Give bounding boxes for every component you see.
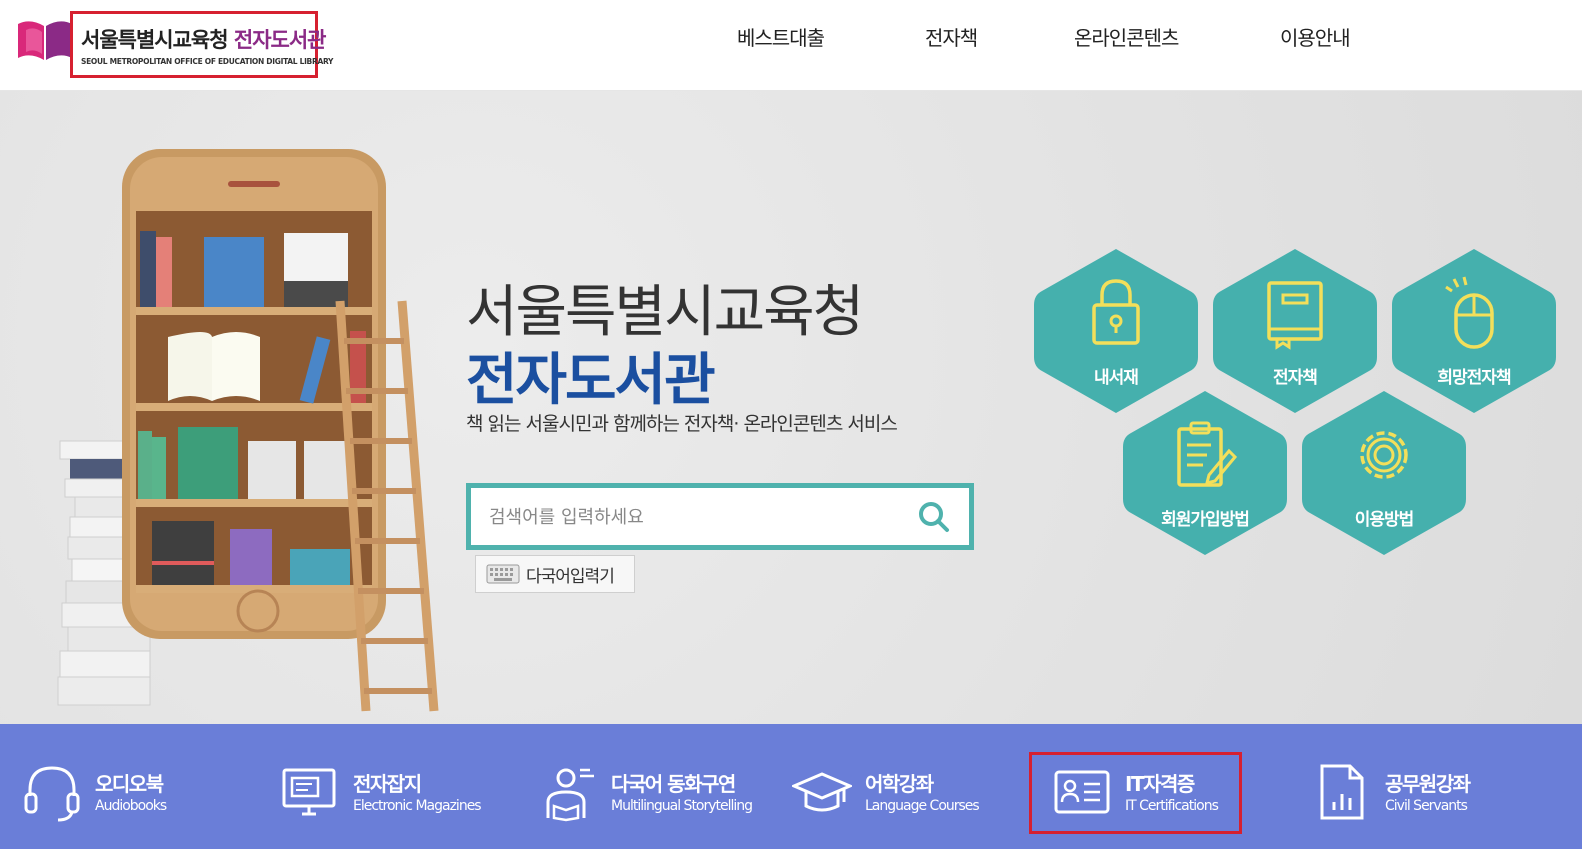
service-it-certifications-subtitle: IT Certifications bbox=[1125, 798, 1219, 814]
service-language-courses-subtitle: Language Courses bbox=[865, 798, 980, 814]
search-input[interactable] bbox=[489, 502, 889, 532]
bookshelf-phone-illustration bbox=[57, 149, 439, 712]
book-icon bbox=[1267, 281, 1323, 350]
service-it-certifications-title: IT자격증 bbox=[1125, 772, 1195, 796]
service-audiobooks[interactable]: 오디오북 Audiobooks bbox=[22, 754, 202, 826]
site-header: 서울특별시교육청 전자도서관 SEOUL METROPOLITAN OFFICE… bbox=[0, 0, 1582, 91]
quick-ebooks-label: 전자책 bbox=[1273, 368, 1318, 388]
id-card-icon bbox=[1054, 770, 1110, 814]
service-e-magazines-title: 전자잡지 bbox=[353, 772, 422, 796]
reader-icon bbox=[546, 768, 594, 822]
search-icon[interactable] bbox=[917, 500, 951, 534]
hero-title-line2: 전자도서관 bbox=[466, 348, 716, 413]
service-it-certifications[interactable]: IT자격증 IT Certifications bbox=[1052, 754, 1232, 826]
service-e-magazines-subtitle: Electronic Magazines bbox=[353, 798, 482, 814]
quick-wish-ebook-label: 희망전자책 bbox=[1437, 368, 1511, 388]
mouse-icon bbox=[1445, 276, 1494, 349]
nav-online-contents[interactable]: 온라인콘텐츠 bbox=[1074, 22, 1179, 51]
gear-icon bbox=[1360, 431, 1408, 479]
service-multilingual-storytelling-title: 다국어 동화구연 bbox=[611, 772, 736, 796]
service-language-courses[interactable]: 어학강좌 Language Courses bbox=[792, 754, 992, 826]
headphones-icon bbox=[24, 766, 80, 822]
multilingual-keyboard-button[interactable]: 다국어입력기 bbox=[475, 555, 635, 593]
service-civil-servants[interactable]: 공무원강좌 Civil Servants bbox=[1312, 754, 1512, 826]
nav-best-loans[interactable]: 베스트대출 bbox=[737, 22, 825, 51]
multilingual-keyboard-label: 다국어입력기 bbox=[526, 566, 615, 587]
keyboard-icon bbox=[486, 564, 520, 584]
monitor-icon bbox=[282, 768, 336, 816]
nav-guide[interactable]: 이용안내 bbox=[1280, 22, 1351, 51]
quick-signup-guide-label: 회원가입방법 bbox=[1161, 510, 1250, 530]
hero-subtitle: 책 읽는 서울시민과 함께하는 전자책· 온라인콘텐츠 서비스 bbox=[466, 413, 898, 435]
quick-how-to-use-label: 이용방법 bbox=[1354, 510, 1415, 530]
service-language-courses-title: 어학강좌 bbox=[865, 772, 934, 796]
lock-icon bbox=[1092, 279, 1140, 345]
service-civil-servants-subtitle: Civil Servants bbox=[1385, 798, 1468, 814]
nav-ebooks[interactable]: 전자책 bbox=[925, 22, 978, 51]
service-audiobooks-subtitle: Audiobooks bbox=[95, 798, 167, 814]
graduation-cap-icon bbox=[792, 772, 852, 812]
service-e-magazines[interactable]: 전자잡지 Electronic Magazines bbox=[280, 754, 490, 826]
hero-section: 서울특별시교육청 전자도서관 책 읽는 서울시민과 함께하는 전자책· 온라인콘… bbox=[0, 91, 1582, 724]
quick-how-to-use[interactable]: 이용방법 bbox=[1300, 389, 1468, 557]
service-multilingual-storytelling[interactable]: 다국어 동화구연 Multilingual Storytelling bbox=[538, 754, 758, 826]
quick-signup-guide[interactable]: 회원가입방법 bbox=[1121, 389, 1289, 557]
document-chart-icon bbox=[1320, 764, 1364, 820]
clipboard-pencil-icon bbox=[1177, 421, 1237, 487]
main-nav: 베스트대출 전자책 온라인콘텐츠 이용안내 bbox=[0, 22, 1582, 52]
service-civil-servants-title: 공무원강좌 bbox=[1385, 772, 1471, 796]
search-box bbox=[466, 483, 974, 550]
logo-subtitle: SEOUL METROPOLITAN OFFICE OF EDUCATION D… bbox=[81, 56, 334, 66]
service-bar: 오디오북 Audiobooks 전자잡지 Electronic Magazine… bbox=[0, 724, 1582, 849]
quick-my-library-label: 내서재 bbox=[1094, 368, 1139, 388]
service-multilingual-storytelling-subtitle: Multilingual Storytelling bbox=[611, 798, 753, 814]
service-audiobooks-title: 오디오북 bbox=[95, 772, 164, 796]
